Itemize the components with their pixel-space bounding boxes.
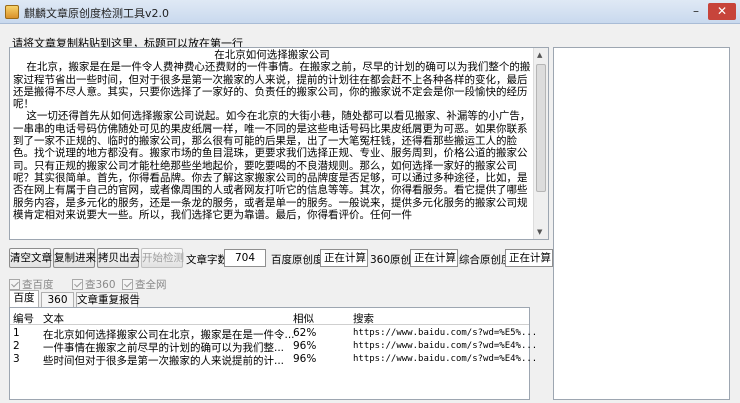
header-divider [10, 324, 529, 325]
table-row-similarity[interactable]: 96% [293, 353, 316, 365]
checkbox-icon[interactable] [122, 279, 133, 290]
table-row-id[interactable]: 3 [13, 353, 20, 365]
clear-article-button[interactable]: 清空文章 [9, 248, 52, 268]
editor-scrollbar[interactable]: ▲ ▼ [533, 48, 548, 239]
close-button[interactable]: ✕ [708, 3, 736, 20]
article-text: 在北京如何选择搬家公司 在北京，搬家是在是一件令人费神费心还费财的一件事情。在搬… [13, 49, 531, 221]
table-row-search-url[interactable]: https://www.baidu.com/s?wd=%E4%... [353, 354, 537, 364]
table-row-similarity[interactable]: 62% [293, 327, 316, 339]
checkbox-icon[interactable] [72, 279, 83, 290]
overall-originality-label: 综合原创度 [459, 254, 512, 266]
scroll-down-icon[interactable]: ▼ [537, 228, 542, 236]
table-row-similarity[interactable]: 96% [293, 340, 316, 352]
baidu-originality-field: 正在计算，请稍等 [320, 249, 368, 267]
tab-duplicate-report[interactable]: 文章重复报告 [76, 292, 140, 308]
copy-in-button[interactable]: 复制进来 [53, 248, 96, 268]
table-row-text[interactable]: 些时间但对于很多是第一次搬家的人来说提前的计... [43, 353, 284, 368]
scrollbar-thumb[interactable] [536, 64, 546, 192]
window-title: 麒麟文章原创度检测工具v2.0 [24, 7, 170, 20]
article-textarea[interactable]: 在北京如何选择搬家公司 在北京，搬家是在是一件令人费神费心还费财的一件事情。在搬… [9, 47, 549, 240]
baidu-originality-label: 百度原创度 [271, 254, 324, 266]
title-bar: 麒麟文章原创度检测工具v2.0 – ✕ [0, 0, 740, 24]
overall-originality-field: 正在计算，请稍等 [505, 249, 553, 267]
minimize-button[interactable]: – [686, 3, 706, 20]
check-all-web[interactable]: 查全网 [122, 277, 167, 292]
copy-out-button[interactable]: 拷贝出去 [97, 248, 140, 268]
so360-originality-field: 正在计算，请稍等 [410, 249, 458, 267]
app-icon [5, 5, 19, 19]
word-count-label: 文章字数 [186, 254, 228, 266]
article-body: 在北京，搬家是在是一件令人费神费心还费财的一件事情。在搬家之前，尽早的计划的确可… [13, 61, 531, 221]
article-title: 在北京如何选择搬家公司 [214, 49, 330, 61]
check-360-label: 查360 [85, 279, 116, 291]
start-check-button[interactable]: 开始检测 [141, 248, 184, 268]
report-panel[interactable] [553, 47, 730, 400]
table-row-search-url[interactable]: https://www.baidu.com/s?wd=%E5%... [353, 328, 537, 338]
tab-360[interactable]: 360 [41, 292, 74, 308]
word-count-field: 704 [224, 249, 266, 267]
table-row-id[interactable]: 1 [13, 327, 20, 339]
checkbox-icon[interactable] [9, 279, 20, 290]
check-all-web-label: 查全网 [135, 279, 167, 291]
table-row-search-url[interactable]: https://www.baidu.com/s?wd=%E4%... [353, 341, 537, 351]
results-table[interactable]: 编号 文本 相似 搜索 1 在北京如何选择搬家公司在北京，搬家是在是一件令...… [9, 307, 537, 400]
scroll-up-icon[interactable]: ▲ [537, 51, 542, 59]
table-row-id[interactable]: 2 [13, 340, 20, 352]
tab-baidu[interactable]: 百度 [9, 290, 39, 308]
check-360[interactable]: 查360 [72, 277, 116, 292]
